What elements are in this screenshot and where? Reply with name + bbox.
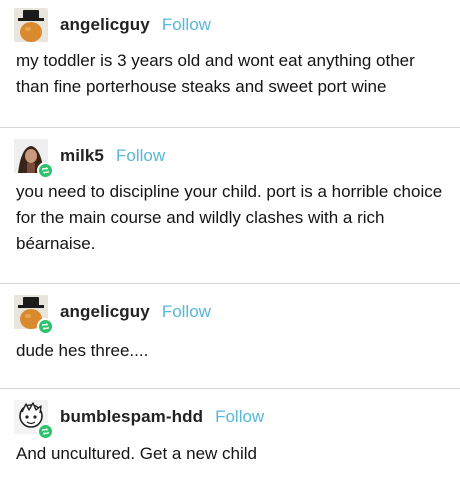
reblog-icon bbox=[37, 423, 54, 440]
follow-link[interactable]: Follow bbox=[116, 146, 165, 166]
post-text: And uncultured. Get a new child bbox=[16, 444, 257, 463]
post-text: dude hes three.... bbox=[16, 341, 149, 360]
follow-link[interactable]: Follow bbox=[162, 15, 211, 35]
reblog-icon bbox=[37, 162, 54, 179]
username[interactable]: angelicguy bbox=[60, 302, 150, 322]
avatar[interactable] bbox=[14, 139, 54, 179]
black-hat-orange-avatar-icon bbox=[14, 8, 48, 42]
reblog-icon bbox=[37, 318, 54, 335]
avatar[interactable] bbox=[14, 400, 54, 440]
username[interactable]: milk5 bbox=[60, 146, 104, 166]
avatar[interactable] bbox=[14, 8, 48, 42]
avatar[interactable] bbox=[14, 295, 54, 335]
post-header: bumblespam-hdd Follow bbox=[14, 400, 264, 440]
divider bbox=[0, 283, 460, 284]
post-header: angelicguy Follow bbox=[14, 8, 211, 42]
follow-link[interactable]: Follow bbox=[215, 407, 264, 427]
username[interactable]: angelicguy bbox=[60, 15, 150, 35]
divider bbox=[0, 127, 460, 128]
post-text: you need to discipline your child. port … bbox=[16, 182, 443, 253]
post-text: my toddler is 3 years old and wont eat a… bbox=[16, 51, 415, 96]
post-header: milk5 Follow bbox=[14, 139, 165, 179]
post-header: angelicguy Follow bbox=[14, 295, 211, 335]
username[interactable]: bumblespam-hdd bbox=[60, 407, 203, 427]
follow-link[interactable]: Follow bbox=[162, 302, 211, 322]
divider bbox=[0, 388, 460, 389]
